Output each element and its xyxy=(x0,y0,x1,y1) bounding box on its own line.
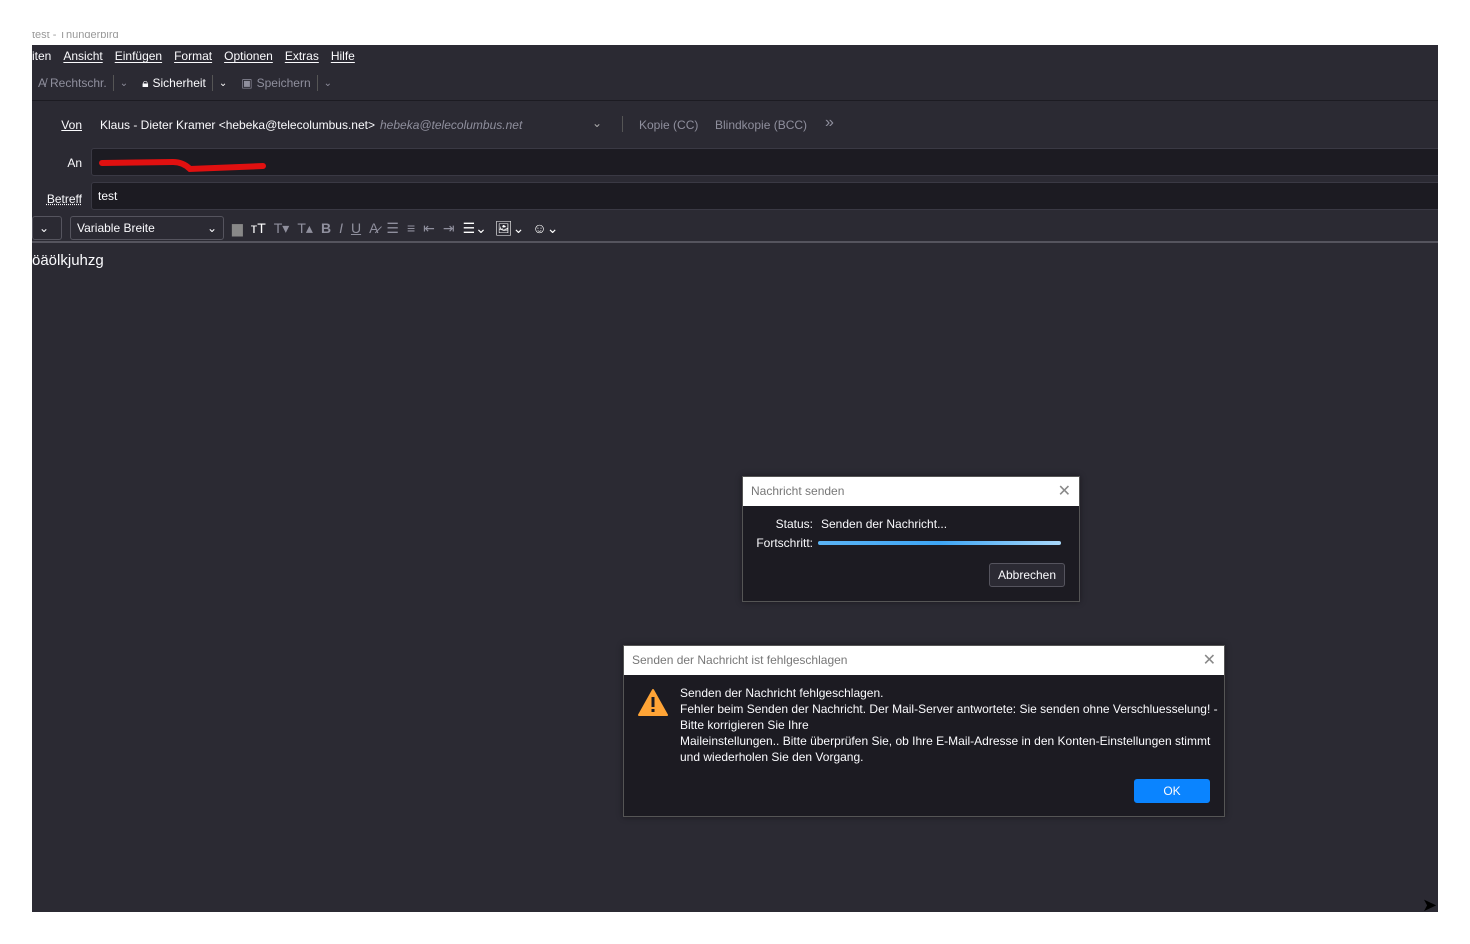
larger-text-icon[interactable]: T▴ xyxy=(297,220,313,237)
menu-edit[interactable]: iten xyxy=(32,49,51,63)
error-line: Senden der Nachricht fehlgeschlagen. xyxy=(680,686,884,700)
menu-bar: iten Ansicht Einfügen Format Optionen Ex… xyxy=(32,45,355,67)
chevron-down-icon: ⌄ xyxy=(206,221,217,235)
spellcheck-icon: A̸ xyxy=(38,76,47,90)
font-size-icon[interactable]: ᴛT xyxy=(251,220,266,236)
divider xyxy=(316,75,318,91)
italic-icon[interactable]: I xyxy=(339,220,343,236)
spelling-button[interactable]: A̸ Rechtschr. xyxy=(38,76,107,90)
subject-field[interactable]: test xyxy=(91,182,1438,210)
error-line: Maileinstellungen.. Bitte überprüfen Sie… xyxy=(680,734,1211,748)
divider xyxy=(622,116,623,132)
remove-formatting-icon[interactable]: A̷ xyxy=(369,220,378,236)
dialog-title-bar: Nachricht senden ✕ xyxy=(743,477,1079,506)
mouse-cursor-icon: ➤ xyxy=(1422,895,1438,915)
cc-button[interactable]: Kopie (CC) xyxy=(639,118,698,132)
divider xyxy=(32,241,1438,243)
error-message: Senden der Nachricht fehlgeschlagen. Feh… xyxy=(680,685,1218,765)
close-icon[interactable]: ✕ xyxy=(1203,646,1216,675)
menu-extras[interactable]: Extras xyxy=(285,49,319,63)
format-toolbar: ⌄ Variable Breite ⌄ ▆ ᴛT T▾ T▴ B I U A̷ ☰… xyxy=(32,215,1438,241)
chevron-down-icon: ⌄ xyxy=(39,221,50,235)
save-button[interactable]: ▣ Speichern xyxy=(241,76,310,90)
security-button[interactable]: 🔒︎ Sicherheit xyxy=(142,76,206,91)
save-icon: ▣ xyxy=(241,76,253,90)
ok-button[interactable]: OK xyxy=(1134,779,1210,803)
align-icon[interactable]: ☰⌄ xyxy=(463,220,487,237)
dialog-title-bar: Senden der Nachricht ist fehlgeschlagen ✕ xyxy=(624,646,1224,675)
chevron-down-icon[interactable]: ⌄ xyxy=(219,78,227,89)
progress-label: Fortschritt: xyxy=(756,536,813,550)
divider xyxy=(112,75,114,91)
chevron-down-icon[interactable]: ⌄ xyxy=(324,78,332,89)
error-line: Bitte korrigieren Sie Ihre xyxy=(680,718,809,732)
window-title: test - Thunderbird xyxy=(32,32,1438,45)
menu-options[interactable]: Optionen xyxy=(224,49,273,63)
lock-icon: 🔒︎ xyxy=(142,75,149,90)
progress-fill xyxy=(818,541,1061,545)
underline-icon[interactable]: U xyxy=(351,220,361,236)
security-label: Sicherheit xyxy=(152,76,206,90)
error-dialog: Senden der Nachricht ist fehlgeschlagen ✕… xyxy=(623,645,1225,817)
divider xyxy=(211,75,213,91)
redaction-scribble xyxy=(99,158,266,173)
font-select[interactable]: Variable Breite ⌄ xyxy=(70,216,224,240)
cancel-button[interactable]: Abbrechen xyxy=(989,563,1065,587)
paragraph-format-select[interactable]: ⌄ xyxy=(32,216,62,240)
emoji-icon[interactable]: ☺⌄ xyxy=(532,220,558,237)
close-icon[interactable]: ✕ xyxy=(1058,477,1071,506)
menu-format[interactable]: Format xyxy=(174,49,212,63)
warning-icon xyxy=(638,689,668,716)
dialog-title: Senden der Nachricht ist fehlgeschlagen xyxy=(632,653,848,667)
numbered-list-icon[interactable]: ≡ xyxy=(407,220,415,236)
menu-insert[interactable]: Einfügen xyxy=(115,49,162,63)
chevron-down-icon[interactable]: ⌄ xyxy=(120,78,128,89)
status-label: Status: xyxy=(775,517,813,531)
text-color-icon[interactable]: ▆ xyxy=(232,220,243,237)
to-field[interactable] xyxy=(91,148,1438,176)
error-line: und wiederholen Sie den Vorgang. xyxy=(680,750,864,764)
from-identity[interactable]: hebeka@telecolumbus.net xyxy=(380,118,522,132)
from-select[interactable]: Klaus - Dieter Kramer <hebeka@telecolumb… xyxy=(100,118,375,132)
font-select-value: Variable Breite xyxy=(77,221,155,235)
bold-icon[interactable]: B xyxy=(321,220,331,236)
bcc-button[interactable]: Blindkopie (BCC) xyxy=(715,118,807,132)
smaller-text-icon[interactable]: T▾ xyxy=(274,220,290,237)
status-value: Senden der Nachricht... xyxy=(821,517,948,531)
error-line: Fehler beim Senden der Nachricht. Der Ma… xyxy=(680,702,1218,716)
to-label: An xyxy=(67,156,82,170)
menu-view[interactable]: Ansicht xyxy=(63,49,102,63)
from-label: Von xyxy=(61,118,82,132)
chevron-down-icon[interactable]: ⌄ xyxy=(592,116,602,130)
subject-label: Betreff xyxy=(46,192,82,206)
indent-icon[interactable]: ⇥ xyxy=(443,220,455,237)
dialog-title: Nachricht senden xyxy=(751,484,845,498)
divider xyxy=(32,100,1438,101)
bullet-list-icon[interactable]: ☰ xyxy=(386,220,399,237)
insert-image-icon[interactable]: 🖼︎⌄ xyxy=(495,220,525,237)
toolbar: A̸ Rechtschr. ⌄ 🔒︎ Sicherheit ⌄ ▣ Speichern… xyxy=(38,70,332,96)
outdent-icon[interactable]: ⇤ xyxy=(423,220,435,237)
more-fields-icon[interactable]: » xyxy=(825,114,834,132)
save-label: Speichern xyxy=(256,76,311,90)
send-progress-dialog: Nachricht senden ✕ Status: Senden der Nac… xyxy=(742,476,1080,602)
spelling-label: Rechtschr. xyxy=(50,76,107,90)
progress-bar xyxy=(818,541,1061,545)
message-body[interactable]: öäölkjuhzg xyxy=(32,252,104,269)
menu-help[interactable]: Hilfe xyxy=(331,49,355,63)
